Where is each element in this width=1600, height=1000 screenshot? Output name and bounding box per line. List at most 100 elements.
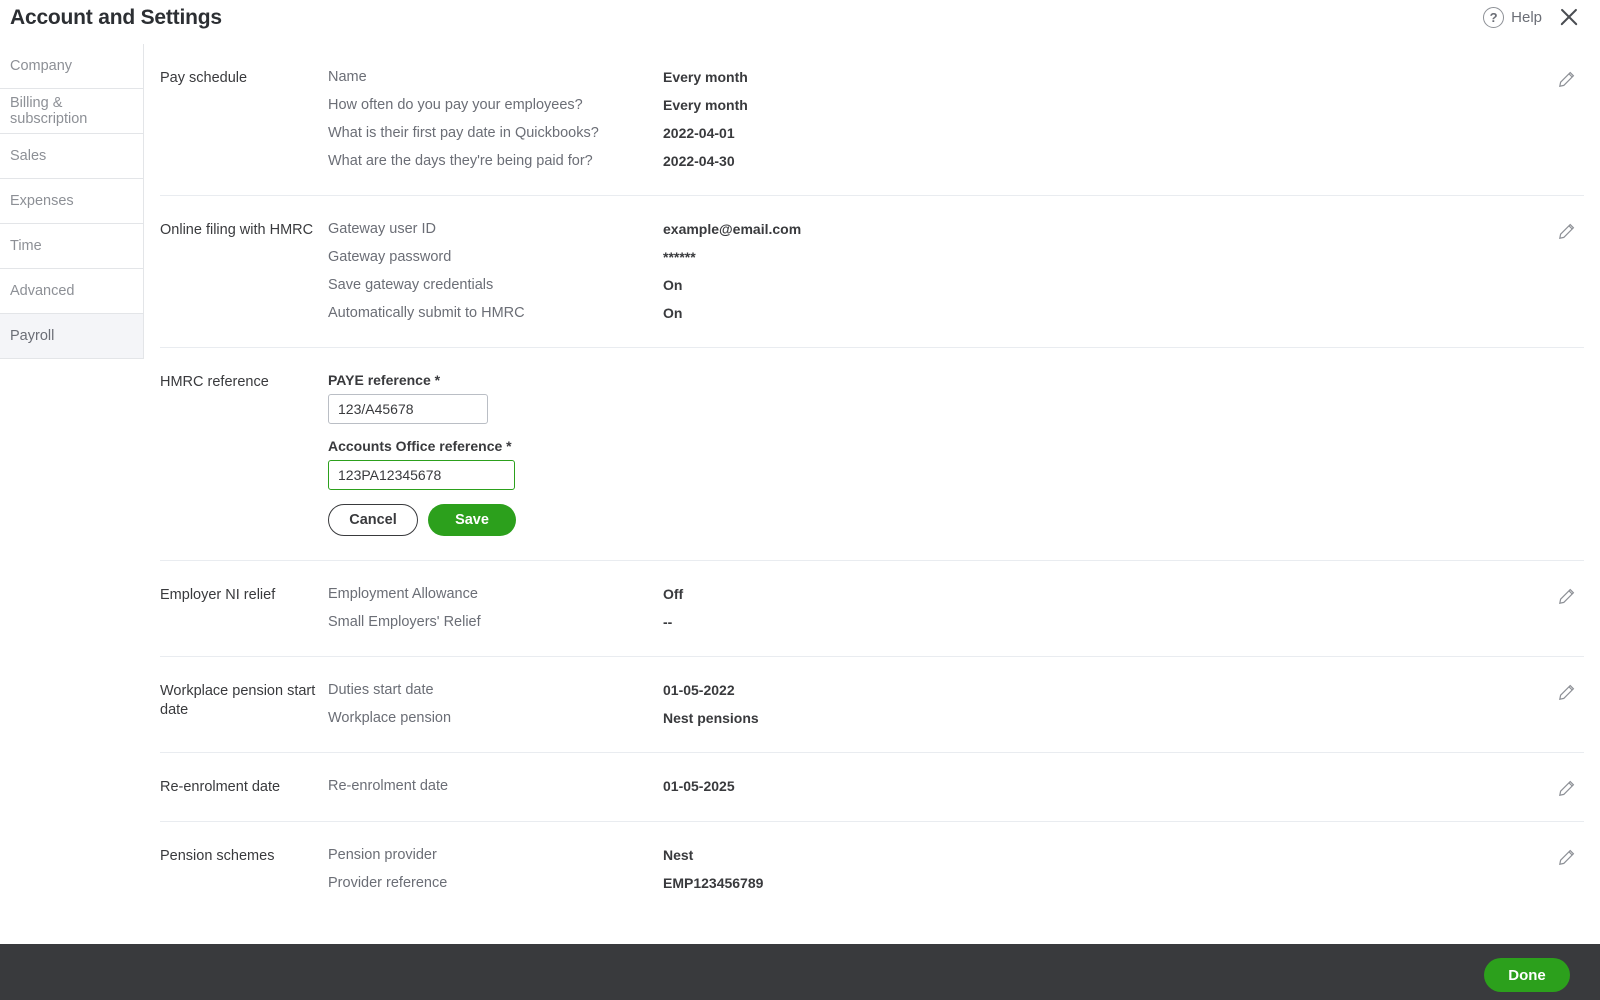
setting-row: Pension provider Nest	[328, 846, 1584, 865]
page-title: Account and Settings	[10, 6, 222, 29]
setting-value: On	[663, 277, 683, 293]
section-rows: Name Every month How often do you pay yo…	[328, 68, 1584, 171]
done-button[interactable]: Done	[1484, 958, 1570, 992]
section-rows: Duties start date 01-05-2022 Workplace p…	[328, 681, 1584, 728]
setting-value: 2022-04-01	[663, 125, 735, 141]
setting-label: Workplace pension	[328, 710, 452, 726]
section-hmrc-reference: HMRC reference PAYE reference * Accounts…	[160, 348, 1584, 561]
pencil-icon[interactable]	[1556, 848, 1576, 868]
help-button[interactable]: ? Help	[1483, 6, 1542, 28]
setting-value: 2022-04-30	[663, 153, 735, 169]
setting-value: 01-05-2025	[663, 778, 735, 794]
setting-row: Name Every month	[328, 68, 1584, 87]
setting-row: Small Employers' Relief --	[328, 613, 1584, 632]
setting-row: Gateway password ******	[328, 248, 1584, 267]
setting-value: example@email.com	[663, 221, 802, 237]
section-online-filing-hmrc: Online filing with HMRC Gateway user ID …	[160, 196, 1584, 348]
setting-label: Provider reference	[328, 875, 448, 891]
accounts-office-reference-label: Accounts Office reference *	[328, 438, 512, 454]
pencil-icon[interactable]	[1556, 779, 1576, 799]
sidebar-item-label: Time	[10, 238, 42, 254]
setting-value: 01-05-2022	[663, 682, 735, 698]
sidebar-item-label: Advanced	[10, 283, 75, 299]
paye-reference-label: PAYE reference *	[328, 372, 441, 388]
setting-label: Name	[328, 69, 367, 85]
section-workplace-pension-start-date: Workplace pension start date Duties star…	[160, 657, 1584, 753]
setting-label: Automatically submit to HMRC	[328, 305, 525, 321]
setting-label: What are the days they're being paid for…	[328, 153, 593, 169]
setting-value: Off	[663, 586, 684, 602]
setting-label: Employment Allowance	[328, 586, 478, 602]
setting-row: Employment Allowance Off	[328, 585, 1584, 604]
section-title: HMRC reference	[160, 374, 269, 390]
section-title: Workplace pension start date	[160, 683, 316, 718]
setting-value: Every month	[663, 97, 748, 113]
section-pension-schemes: Pension schemes Pension provider Nest Pr…	[160, 822, 1584, 917]
account-settings-modal: Account and Settings ? Help Company Bill…	[0, 0, 1600, 1000]
sidebar-item-advanced[interactable]: Advanced	[0, 269, 143, 314]
pencil-icon[interactable]	[1556, 587, 1576, 607]
setting-row: Provider reference EMP123456789	[328, 874, 1584, 893]
setting-label: Gateway user ID	[328, 221, 436, 237]
sidebar-item-label: Company	[10, 58, 73, 74]
section-title: Employer NI relief	[160, 587, 276, 603]
section-title: Online filing with HMRC	[160, 222, 314, 238]
setting-row: Save gateway credentials On	[328, 276, 1584, 295]
form-actions: Cancel Save	[328, 504, 1584, 536]
setting-row: Workplace pension Nest pensions	[328, 709, 1584, 728]
save-button[interactable]: Save	[428, 504, 516, 536]
question-circle-icon: ?	[1483, 6, 1505, 28]
section-re-enrolment-date: Re-enrolment date Re-enrolment date 01-0…	[160, 753, 1584, 822]
setting-label: What is their first pay date in Quickboo…	[328, 125, 599, 141]
setting-label: How often do you pay your employees?	[328, 97, 583, 113]
setting-value: On	[663, 305, 683, 321]
header-actions: ? Help	[1483, 4, 1582, 30]
setting-label: Pension provider	[328, 847, 437, 863]
sidebar-item-label: Billing & subscription	[10, 95, 88, 127]
setting-label: Save gateway credentials	[328, 277, 494, 293]
sidebar-item-sales[interactable]: Sales	[0, 134, 143, 179]
section-employer-ni-relief: Employer NI relief Employment Allowance …	[160, 561, 1584, 657]
hmrc-reference-form: PAYE reference * Accounts Office referen…	[328, 372, 1584, 536]
setting-value: EMP123456789	[663, 875, 764, 891]
sidebar-item-expenses[interactable]: Expenses	[0, 179, 143, 224]
paye-reference-input[interactable]	[328, 394, 488, 424]
sidebar-item-billing-subscription[interactable]: Billing & subscription	[0, 89, 143, 134]
setting-label: Gateway password	[328, 249, 452, 265]
section-pay-schedule: Pay schedule Name Every month How often …	[160, 44, 1584, 196]
section-title: Pay schedule	[160, 70, 248, 86]
setting-row: Automatically submit to HMRC On	[328, 304, 1584, 323]
setting-label: Duties start date	[328, 682, 434, 698]
section-title: Pension schemes	[160, 848, 275, 864]
pencil-icon[interactable]	[1556, 683, 1576, 703]
modal-header: Account and Settings ? Help	[0, 0, 1600, 42]
sidebar-item-label: Payroll	[10, 328, 55, 344]
close-icon[interactable]	[1556, 4, 1582, 30]
settings-sidebar: Company Billing & subscription Sales Exp…	[0, 44, 144, 359]
cancel-button[interactable]: Cancel	[328, 504, 418, 536]
setting-value: Nest	[663, 847, 694, 863]
sidebar-item-label: Sales	[10, 148, 47, 164]
section-rows: Pension provider Nest Provider reference…	[328, 846, 1584, 893]
help-label: Help	[1511, 8, 1542, 26]
setting-label: Re-enrolment date	[328, 778, 449, 794]
setting-row: Gateway user ID example@email.com	[328, 220, 1584, 239]
section-rows: Gateway user ID example@email.com Gatewa…	[328, 220, 1584, 323]
setting-row: What is their first pay date in Quickboo…	[328, 124, 1584, 143]
section-title: Re-enrolment date	[160, 779, 281, 795]
sidebar-item-time[interactable]: Time	[0, 224, 143, 269]
setting-row: What are the days they're being paid for…	[328, 152, 1584, 171]
setting-row: Re-enrolment date 01-05-2025	[328, 777, 1584, 796]
sidebar-item-payroll[interactable]: Payroll	[0, 314, 143, 359]
setting-value: Nest pensions	[663, 710, 759, 726]
sidebar-item-company[interactable]: Company	[0, 44, 143, 89]
pencil-icon[interactable]	[1556, 222, 1576, 242]
setting-row: Duties start date 01-05-2022	[328, 681, 1584, 700]
setting-label: Small Employers' Relief	[328, 614, 481, 630]
sidebar-item-label: Expenses	[10, 193, 74, 209]
setting-value: --	[663, 614, 673, 630]
modal-footer: Done	[0, 944, 1600, 1000]
accounts-office-reference-input[interactable]	[328, 460, 515, 490]
pencil-icon[interactable]	[1556, 70, 1576, 90]
section-rows: Employment Allowance Off Small Employers…	[328, 585, 1584, 632]
